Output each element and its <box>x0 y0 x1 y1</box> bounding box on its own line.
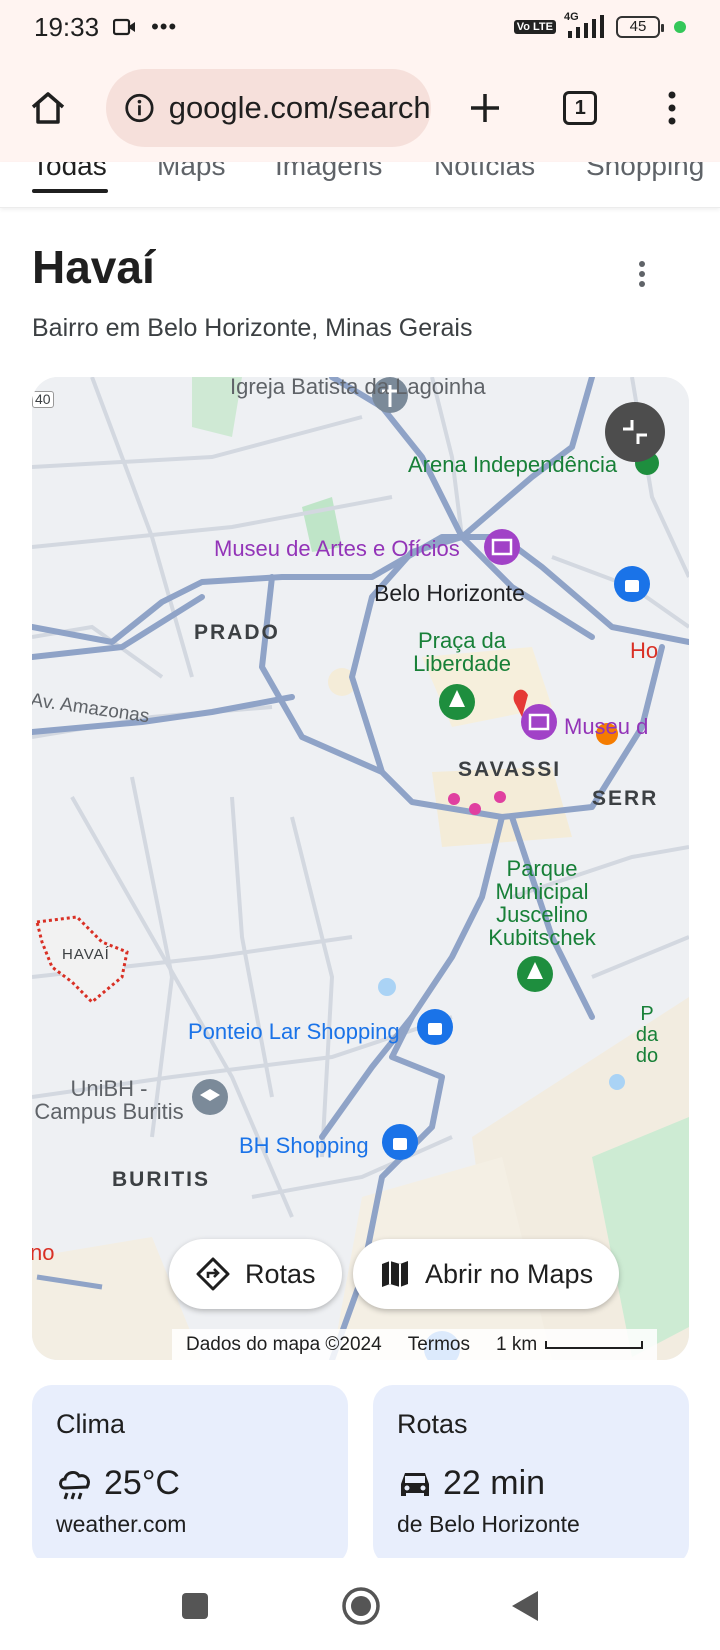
battery-indicator: 45 <box>616 16 664 38</box>
home-button[interactable] <box>20 80 76 136</box>
search-tabs: Todas Maps Imagens Notícias Shopping <box>0 162 720 208</box>
car-icon <box>401 1472 429 1496</box>
scale-indicator: 1 km <box>495 1333 644 1356</box>
tab-shopping[interactable]: Shopping <box>586 162 704 182</box>
url-text: google.com/search <box>168 90 431 125</box>
map-label-no: no <box>32 1240 55 1265</box>
system-nav-bar <box>0 1558 720 1650</box>
clock: 19:33 <box>34 11 100 42</box>
map-label-buritis: BURITIS <box>112 1168 210 1191</box>
more-icon: ••• <box>151 14 178 39</box>
tab-switcher-button[interactable]: 1 <box>552 80 608 136</box>
weather-card[interactable]: Clima 25°C weather.com <box>32 1385 348 1565</box>
home-icon <box>31 92 65 124</box>
weather-card-title: Clima <box>56 1409 126 1439</box>
map-label-savassi: SAVASSI <box>458 758 562 781</box>
home-nav-icon <box>342 1587 380 1625</box>
volte-icon: Vo LTE <box>513 20 556 34</box>
terms-link[interactable]: Termos <box>408 1334 470 1356</box>
signal-icon: 4G <box>564 11 608 39</box>
recents-button[interactable] <box>173 1584 217 1628</box>
directions-button[interactable]: Rotas <box>169 1239 342 1309</box>
tab-noticias[interactable]: Notícias <box>434 162 535 182</box>
browser-menu-button[interactable] <box>644 80 700 136</box>
map-label-ho: Ho <box>630 638 659 663</box>
active-tab-indicator <box>32 189 108 193</box>
page-title: Havaí <box>32 241 155 293</box>
map-data-credit: Dados do mapa ©2024 <box>186 1333 382 1355</box>
map-attribution: Dados do mapa ©2024 Termos 1 km <box>172 1329 658 1360</box>
recents-icon <box>182 1593 208 1619</box>
info-icon <box>125 93 154 123</box>
scale-label: 1 km <box>495 1333 538 1355</box>
route-origin: de Belo Horizonte <box>397 1511 580 1537</box>
map-label-museu-d: Museu d <box>564 714 649 739</box>
network-type: 4G <box>564 11 579 23</box>
new-tab-button[interactable] <box>457 80 513 136</box>
page-subtitle: Bairro em Belo Horizonte, Minas Gerais <box>32 314 473 342</box>
tab-todas[interactable]: Todas <box>32 162 107 182</box>
map-label-parque: Parque Municipal Juscelino Kubitschek <box>488 856 596 951</box>
home-nav-button[interactable] <box>339 1584 383 1628</box>
more-vert-icon <box>639 261 645 287</box>
map-label-unibh: UniBH - Campus Buritis <box>34 1076 184 1125</box>
weather-temperature: 25°C <box>104 1464 180 1502</box>
directions-label: Rotas <box>245 1258 316 1289</box>
video-icon <box>112 12 137 43</box>
collapse-icon <box>623 420 647 444</box>
map-label-church: Igreja Batista da Lagoinha <box>230 377 486 399</box>
map-road-shield: 40 <box>32 391 54 408</box>
directions-icon <box>196 1257 230 1291</box>
open-maps-button[interactable]: Abrir no Maps <box>353 1239 620 1309</box>
tab-switcher-icon: 1 <box>563 91 598 125</box>
tab-imagens[interactable]: Imagens <box>275 162 382 182</box>
map-label-serra: SERR <box>592 787 659 810</box>
scale-bar <box>545 1340 644 1349</box>
open-maps-label: Abrir no Maps <box>425 1258 594 1289</box>
map-label-havai: HAVAÍ <box>62 946 110 963</box>
map-label-bh-shopping: BH Shopping <box>239 1133 369 1158</box>
weather-rain-icon <box>59 1470 90 1499</box>
tab-maps[interactable]: Maps <box>157 162 225 182</box>
routes-card[interactable]: Rotas 22 min de Belo Horizonte <box>373 1385 689 1565</box>
route-duration: 22 min <box>443 1464 546 1502</box>
routes-card-title: Rotas <box>397 1409 468 1439</box>
back-icon <box>512 1591 538 1621</box>
plus-icon <box>470 94 499 122</box>
menu-dots-icon <box>668 91 676 125</box>
map-label-museum-arts: Museu de Artes e Ofícios <box>214 536 460 561</box>
map-view[interactable]: Igreja Batista da Lagoinha Arena Indepen… <box>32 377 689 1360</box>
map-label-city: Belo Horizonte <box>374 580 525 606</box>
status-bar: 19:33 ••• Vo LTE 4G 45 <box>0 0 720 54</box>
weather-source: weather.com <box>56 1511 187 1537</box>
map-label-prado: PRADO <box>194 621 280 644</box>
privacy-indicator-dot <box>674 21 686 33</box>
map-label-praca: Praça da Liberdade <box>413 628 511 677</box>
map-label-pda: P da do <box>635 1003 659 1067</box>
map-label-arena: Arena Independência <box>408 452 618 477</box>
map-label-ponteio: Ponteio Lar Shopping <box>188 1019 400 1044</box>
browser-toolbar: google.com/search 1 <box>0 54 720 162</box>
back-button[interactable] <box>503 1584 547 1628</box>
address-bar[interactable]: google.com/search <box>105 69 431 147</box>
collapse-map-button[interactable] <box>605 402 665 462</box>
map-icon <box>382 1261 408 1287</box>
more-options-button[interactable] <box>624 256 660 292</box>
